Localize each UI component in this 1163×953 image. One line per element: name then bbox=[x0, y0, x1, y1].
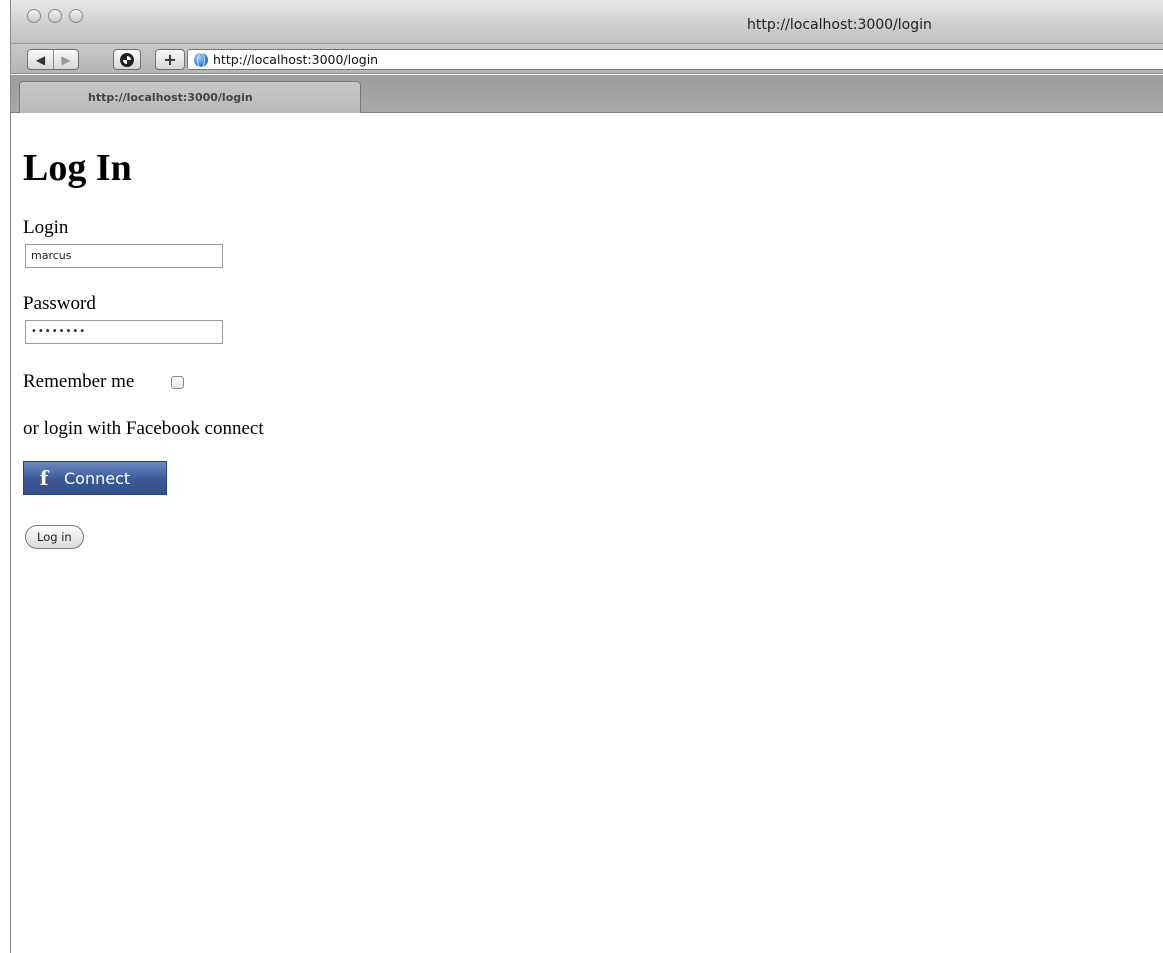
address-bar-url: http://localhost:3000/login bbox=[213, 52, 379, 67]
remember-me-label: Remember me bbox=[23, 371, 135, 392]
tab-login[interactable]: http://localhost:3000/login bbox=[19, 81, 361, 113]
page-title: Log In bbox=[23, 147, 132, 189]
globe-icon bbox=[194, 52, 208, 68]
address-bar[interactable]: http://localhost:3000/login bbox=[187, 49, 1163, 70]
back-button[interactable]: ◀ bbox=[28, 50, 53, 69]
forward-button[interactable]: ▶ bbox=[53, 50, 78, 69]
add-bookmark-button[interactable]: + bbox=[155, 49, 185, 70]
log-in-button[interactable]: Log in bbox=[25, 525, 84, 549]
login-field[interactable]: marcus bbox=[25, 244, 223, 268]
facebook-connect-button[interactable]: f Connect bbox=[23, 461, 167, 495]
browser-toolbar: ◀ ▶ + http://localhost:3000/login bbox=[11, 44, 1163, 74]
login-label: Login bbox=[23, 217, 69, 238]
log-in-label: Log in bbox=[37, 530, 72, 544]
browser-window: http://localhost:3000/login ◀ ▶ + http:/… bbox=[10, 0, 1163, 953]
zoom-window-button[interactable] bbox=[69, 9, 83, 23]
tab-bar: http://localhost:3000/login bbox=[11, 75, 1163, 113]
window-title: http://localhost:3000/login bbox=[747, 17, 932, 33]
minimize-window-button[interactable] bbox=[48, 9, 62, 23]
facebook-prompt: or login with Facebook connect bbox=[23, 418, 264, 439]
facebook-connect-label: Connect bbox=[64, 468, 131, 488]
facebook-icon: f bbox=[39, 466, 49, 490]
tab-label: http://localhost:3000/login bbox=[88, 91, 253, 104]
reload-icon bbox=[120, 52, 134, 67]
close-window-button[interactable] bbox=[27, 9, 41, 23]
password-field[interactable]: •••••••• bbox=[25, 320, 223, 344]
title-bar: http://localhost:3000/login bbox=[11, 0, 1163, 44]
back-forward-group: ◀ ▶ bbox=[27, 49, 79, 70]
remember-me-checkbox[interactable] bbox=[171, 376, 184, 389]
password-label: Password bbox=[23, 293, 96, 314]
page-content: Log In Login marcus Password •••••••• Re… bbox=[23, 114, 1163, 953]
reload-button[interactable] bbox=[113, 49, 141, 70]
